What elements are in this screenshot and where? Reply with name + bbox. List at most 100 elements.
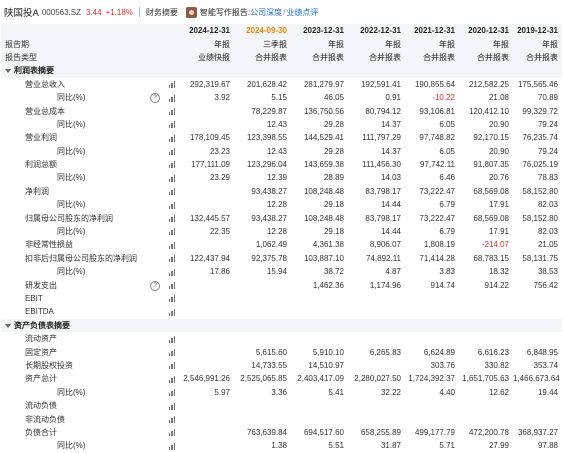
value-cell: 14.44 — [380, 200, 401, 210]
bar-chart-icon[interactable] — [168, 255, 175, 263]
row-label: 流动负债 — [25, 401, 57, 411]
value-cell: 93,438.27 — [251, 213, 287, 223]
earnings-review-link[interactable]: 业绩点评 — [286, 7, 318, 18]
bar-chart-icon[interactable] — [168, 282, 175, 289]
chevron-down-icon[interactable] — [5, 69, 11, 74]
row-label: 非流动负债 — [25, 414, 65, 424]
value-cell: 2,280,027.50 — [354, 374, 401, 384]
value-cell: 6,848.95 — [526, 347, 558, 357]
bar-chart-icon[interactable] — [168, 442, 175, 450]
value-cell — [179, 118, 234, 131]
chart-cell — [163, 145, 179, 158]
info-cell — [147, 171, 163, 184]
value-cell: 5.15 — [271, 93, 287, 103]
bar-chart-icon[interactable] — [168, 201, 175, 209]
bar-chart-icon[interactable] — [168, 375, 175, 383]
bar-chart-icon[interactable] — [168, 241, 175, 249]
row-label: 负债合计 — [25, 427, 57, 437]
info-cell — [147, 104, 163, 117]
section-header[interactable]: 资产负债表摘要 — [1, 318, 562, 332]
value-cell: 756.42 — [533, 280, 558, 290]
row-label: 归属母公司股东的净利润 — [25, 213, 113, 223]
column-header-type: 业绩快报 — [179, 50, 234, 65]
bar-chart-icon[interactable] — [168, 415, 175, 423]
row-label: 利润总额 — [25, 160, 57, 170]
value-cell: 6.05 — [439, 146, 455, 156]
bar-chart-icon[interactable] — [168, 188, 175, 196]
row-label: 同比(%) — [57, 173, 86, 183]
row-label: 资产总计 — [25, 374, 57, 384]
bar-chart-icon[interactable] — [168, 295, 175, 303]
stock-name[interactable]: 陕国投A — [4, 5, 39, 19]
row-label: 长期股权投资 — [25, 360, 73, 370]
value-cell: 68,783.15 — [473, 253, 509, 263]
chart-cell — [163, 252, 179, 265]
value-cell: 212,582.25 — [468, 79, 509, 89]
chart-cell — [163, 426, 179, 439]
section-title[interactable]: 资产负债表摘要 — [1, 318, 562, 332]
bar-chart-icon[interactable] — [168, 161, 175, 169]
bar-chart-icon[interactable] — [168, 268, 175, 276]
bar-chart-icon[interactable] — [168, 134, 175, 142]
value-cell — [291, 412, 348, 425]
value-cell: 14,510.97 — [308, 360, 344, 370]
value-cell: 32.22 — [380, 387, 401, 397]
bar-chart-icon[interactable] — [168, 121, 175, 129]
bar-chart-icon[interactable] — [168, 429, 175, 437]
info-icon[interactable]: ? — [150, 280, 160, 291]
value-cell: 12.39 — [266, 173, 287, 183]
bar-chart-icon[interactable] — [168, 228, 175, 236]
info-cell — [147, 211, 163, 224]
bar-chart-icon[interactable] — [168, 81, 175, 89]
bar-chart-icon[interactable] — [168, 148, 175, 156]
column-header-date: 2019-12-31 — [513, 24, 562, 38]
table-row: 同比(%) 23.23 12.43 29.28 14.37 6.05 20.90 79.24 — [1, 145, 562, 158]
row-label: 同比(%) — [57, 93, 86, 103]
section-header[interactable]: 利润表摘要 — [1, 64, 562, 78]
value-cell: 5,910.10 — [312, 347, 344, 357]
column-header-period: 三季报 — [234, 37, 291, 51]
value-cell: 83,798.17 — [365, 213, 401, 223]
value-cell: 5.71 — [439, 441, 455, 451]
value-cell: 2,546,991.26 — [183, 374, 230, 384]
info-icon[interactable]: ? — [150, 93, 160, 104]
value-cell: 136,750.56 — [303, 106, 344, 116]
bar-chart-icon[interactable] — [168, 174, 175, 182]
bar-chart-icon[interactable] — [168, 94, 175, 102]
bar-chart-icon[interactable] — [168, 402, 175, 410]
company-depth-link[interactable]: 公司深度 — [250, 7, 282, 18]
bar-chart-icon[interactable] — [168, 335, 175, 343]
chart-cell — [163, 171, 179, 184]
value-cell: 79.24 — [537, 119, 558, 129]
value-cell: 92,375.78 — [251, 253, 287, 263]
value-cell — [348, 332, 405, 345]
value-cell: 111,797.29 — [362, 133, 401, 143]
bar-chart-icon[interactable] — [168, 215, 175, 223]
value-cell: 15.94 — [266, 267, 287, 277]
bar-chart-icon[interactable] — [168, 389, 175, 397]
bar-chart-icon[interactable] — [168, 308, 175, 316]
value-cell: 694,517.60 — [303, 427, 344, 437]
column-header-type: 合并报表 — [513, 50, 562, 65]
section-label: 利润表摘要 — [14, 66, 54, 76]
bar-chart-icon[interactable] — [168, 362, 175, 370]
bar-chart-icon[interactable] — [168, 348, 175, 356]
value-cell — [459, 399, 513, 412]
value-cell — [291, 332, 348, 345]
chevron-down-icon[interactable] — [5, 323, 11, 328]
value-cell — [405, 412, 459, 425]
value-cell — [179, 185, 234, 198]
info-cell — [147, 185, 163, 198]
value-cell: 5.97 — [214, 387, 230, 397]
value-cell: 4.40 — [439, 387, 455, 397]
value-cell: 17.86 — [209, 267, 230, 277]
value-cell: 21.05 — [537, 240, 558, 250]
bar-chart-icon[interactable] — [168, 107, 175, 115]
chart-cell — [163, 91, 179, 104]
table-row: 负债合计 763,639.84 694,517.60 658,255.89 499,17… — [1, 426, 562, 439]
section-title[interactable]: 利润表摘要 — [1, 64, 562, 78]
info-cell — [147, 145, 163, 158]
value-cell: 29.28 — [323, 119, 344, 129]
value-cell — [179, 198, 234, 211]
value-cell — [291, 292, 348, 305]
